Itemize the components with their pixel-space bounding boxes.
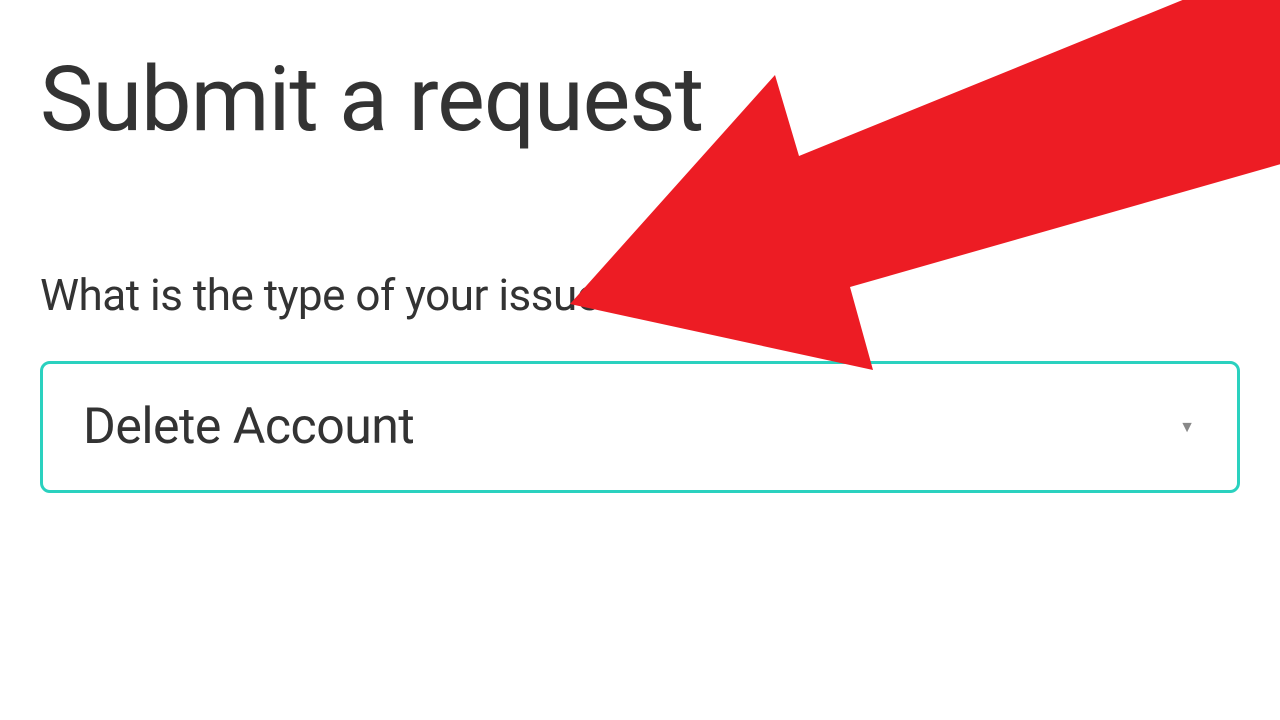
issue-type-label: What is the type of your issue? — [40, 269, 1240, 321]
issue-type4-select[interactable]: Delete Account ▼ — [40, 361, 1240, 493]
page-title: Submit a request — [40, 50, 1240, 149]
chevron-down-icon: ▼ — [1179, 417, 1195, 437]
issue-type-selected-value: Delete Account — [83, 398, 414, 456]
